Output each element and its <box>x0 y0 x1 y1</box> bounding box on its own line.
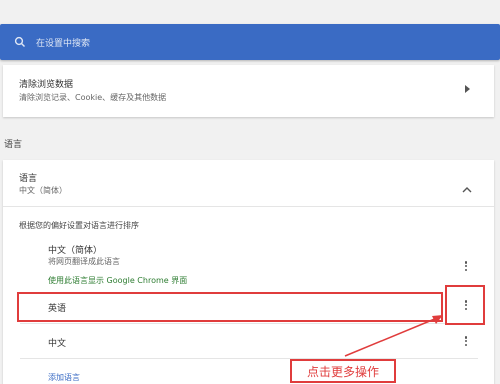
annotation-callout: 点击更多操作 <box>290 359 396 383</box>
annotation-arrow <box>344 315 443 357</box>
